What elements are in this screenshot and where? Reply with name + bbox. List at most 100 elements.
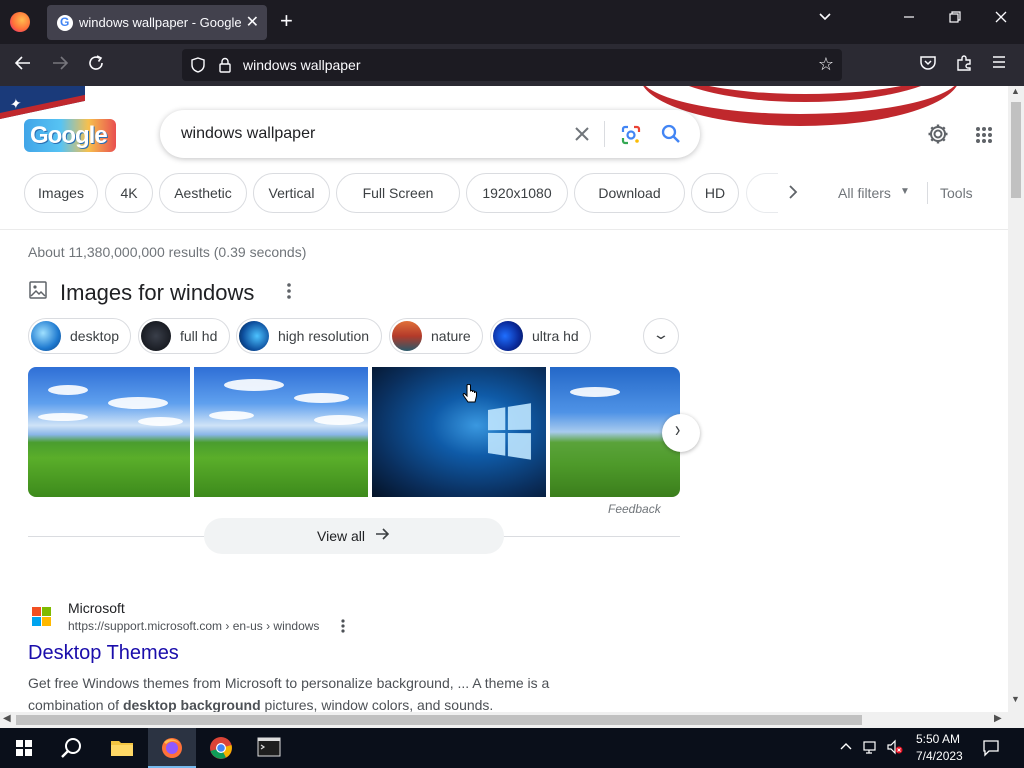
refine-label: ultra hd [532, 328, 579, 344]
refine-label: nature [431, 328, 471, 344]
image-result-bliss-3[interactable] [550, 367, 680, 497]
tracking-protection-shield-icon[interactable] [190, 57, 206, 78]
forward-icon[interactable] [51, 54, 69, 76]
notifications-icon[interactable] [982, 739, 1000, 760]
vertical-scrollbar[interactable]: ▲ ▼ [1008, 86, 1024, 712]
divider [927, 182, 928, 204]
snippet-line: combination of desktop background pictur… [28, 697, 494, 712]
all-filters-button[interactable]: All filters [838, 185, 891, 201]
bookmark-star-icon[interactable]: ☆ [818, 54, 834, 75]
result-url[interactable]: https://support.microsoft.com › en-us › … [68, 619, 319, 633]
refine-chip-ultra-hd[interactable]: ultra hd [490, 318, 591, 354]
lock-icon[interactable] [218, 57, 232, 78]
app-menu-icon[interactable] [991, 54, 1007, 75]
clock-date[interactable]: 7/4/2023 [916, 749, 963, 763]
search-icon[interactable] [660, 123, 682, 150]
expand-refinements-button[interactable]: ⌄ [643, 318, 679, 354]
scroll-left-arrow-icon[interactable]: ◀ [3, 713, 11, 724]
address-bar[interactable]: windows wallpaper ☆ [182, 49, 842, 81]
search-box[interactable]: windows wallpaper [160, 110, 700, 158]
refine-chip-nature[interactable]: nature [389, 318, 483, 354]
clear-search-icon[interactable] [572, 121, 592, 150]
start-button[interactable] [0, 728, 48, 768]
filter-chip-hd[interactable]: HD [691, 173, 739, 213]
clock-time[interactable]: 5:50 AM [916, 732, 960, 746]
feedback-link[interactable]: Feedback [608, 502, 661, 516]
horizontal-scroll-thumb[interactable] [16, 715, 862, 725]
tab-close-icon[interactable]: ✕ [246, 12, 259, 32]
refine-chip-high-resolution[interactable]: high resolution [236, 318, 382, 354]
url-text[interactable]: windows wallpaper [243, 57, 361, 73]
filter-chip-download[interactable]: Download [574, 173, 685, 213]
filter-chip-aesthetic[interactable]: Aesthetic [159, 173, 247, 213]
extensions-icon[interactable] [955, 54, 973, 77]
settings-gear-icon[interactable] [927, 123, 949, 150]
thumbnail [141, 321, 171, 351]
terminal-taskbar-icon[interactable] [246, 728, 294, 768]
refine-label: full hd [180, 328, 218, 344]
filter-chip-partial[interactable] [746, 173, 778, 213]
refine-chip-desktop[interactable]: desktop [28, 318, 131, 354]
network-icon[interactable] [862, 739, 880, 758]
image-result-windows-10[interactable] [372, 367, 546, 497]
thumbnail [392, 321, 422, 351]
windows-taskbar: 5:50 AM 7/4/2023 [0, 728, 1024, 768]
result-title-link[interactable]: Desktop Themes [28, 642, 179, 665]
filter-chip-vertical[interactable]: Vertical [253, 173, 330, 213]
result-site-name[interactable]: Microsoft [68, 600, 125, 616]
microsoft-logo-icon [32, 607, 52, 627]
google-lens-icon[interactable] [620, 124, 642, 151]
horizontal-scrollbar[interactable]: ◀ ▶ [0, 712, 1008, 728]
firefox-taskbar-icon[interactable] [148, 728, 196, 768]
refine-label: high resolution [278, 328, 370, 344]
show-hidden-icons-chevron-icon[interactable] [839, 739, 853, 756]
mouse-cursor-hand-icon [462, 383, 478, 411]
file-explorer-icon[interactable] [98, 728, 146, 768]
close-window-icon[interactable] [994, 10, 1008, 29]
volume-muted-icon[interactable] [886, 739, 904, 758]
search-divider [604, 121, 605, 147]
refine-chip-full-hd[interactable]: full hd [138, 318, 230, 354]
windows-logo-icon [487, 403, 532, 461]
reload-icon[interactable] [87, 54, 105, 76]
search-taskbar-icon[interactable] [48, 728, 96, 768]
list-all-tabs-icon[interactable] [818, 10, 832, 29]
pocket-icon[interactable] [919, 54, 937, 77]
chevron-down-icon: ⌄ [652, 326, 670, 342]
caret-down-icon[interactable]: ▼ [900, 186, 910, 197]
search-results-page: ✦ Google windows wallpaper Images 4K Aes… [0, 86, 1008, 712]
chrome-taskbar-icon[interactable] [197, 728, 245, 768]
chevron-right-icon[interactable] [786, 183, 800, 206]
scroll-right-arrow-icon[interactable]: ▶ [994, 713, 1002, 724]
tools-button[interactable]: Tools [940, 185, 973, 201]
more-options-icon[interactable] [286, 282, 292, 305]
scroll-down-arrow-icon[interactable]: ▼ [1011, 694, 1020, 704]
tab-title: windows wallpaper - Google Search [79, 15, 244, 30]
vertical-scroll-thumb[interactable] [1011, 102, 1021, 198]
view-all-button[interactable]: View all [204, 518, 504, 554]
new-tab-icon[interactable]: + [280, 10, 293, 32]
result-more-options-icon[interactable] [340, 618, 346, 637]
browser-tab-bar: windows wallpaper - Google Search ✕ + [0, 0, 1024, 44]
minimize-window-icon[interactable] [902, 10, 916, 29]
google-favicon-icon [57, 15, 73, 31]
snippet-line: Get free Windows themes from Microsoft t… [28, 675, 550, 691]
firefox-menu-icon[interactable] [10, 12, 30, 32]
google-doodle-logo[interactable]: Google [24, 119, 116, 152]
filter-chip-4k[interactable]: 4K [105, 173, 153, 213]
filter-chip-full-screen[interactable]: Full Screen [336, 173, 460, 213]
filter-chip-1920x1080[interactable]: 1920x1080 [466, 173, 568, 213]
image-result-bliss-1[interactable] [28, 367, 190, 497]
search-input[interactable]: windows wallpaper [181, 125, 315, 143]
back-icon[interactable] [14, 54, 32, 76]
browser-tab-active[interactable]: windows wallpaper - Google Search ✕ [47, 5, 267, 40]
filter-chip-images[interactable]: Images [24, 173, 98, 213]
restore-window-icon[interactable] [948, 10, 962, 29]
google-apps-icon[interactable] [975, 126, 993, 149]
scroll-up-arrow-icon[interactable]: ▲ [1011, 86, 1020, 96]
image-result-bliss-2[interactable] [194, 367, 368, 497]
refine-label: desktop [70, 328, 120, 344]
next-images-button[interactable]: › [662, 414, 700, 452]
arrow-right-icon [374, 526, 390, 547]
thumbnail [239, 321, 269, 351]
